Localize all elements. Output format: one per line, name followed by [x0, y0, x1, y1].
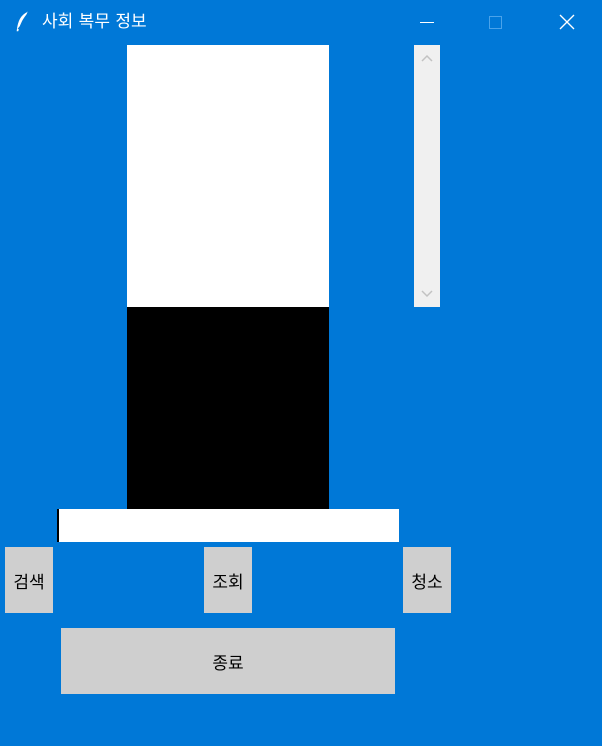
- minimize-button[interactable]: [404, 0, 450, 44]
- scroll-down-button[interactable]: [414, 281, 440, 307]
- title-bar[interactable]: 사회 복무 정보: [0, 0, 602, 44]
- chevron-down-icon: [421, 290, 433, 298]
- app-window: 사회 복무 정보 검색 조회 청소 종료: [0, 0, 602, 746]
- minimize-icon: [420, 22, 434, 23]
- clean-button[interactable]: 청소: [403, 547, 451, 613]
- query-button[interactable]: 조회: [204, 547, 252, 613]
- display-panel-upper: [127, 45, 329, 307]
- exit-button[interactable]: 종료: [61, 628, 395, 694]
- chevron-up-icon: [421, 54, 433, 62]
- search-button[interactable]: 검색: [5, 547, 53, 613]
- search-input[interactable]: [57, 509, 399, 542]
- close-button[interactable]: [544, 0, 590, 44]
- close-icon: [559, 14, 575, 30]
- scroll-up-button[interactable]: [414, 45, 440, 71]
- maximize-button[interactable]: [472, 0, 518, 44]
- window-title: 사회 복무 정보: [42, 12, 147, 32]
- display-panel-lower: [127, 307, 329, 509]
- maximize-icon: [489, 16, 502, 29]
- feather-icon: [14, 11, 32, 33]
- vertical-scrollbar[interactable]: [414, 45, 440, 307]
